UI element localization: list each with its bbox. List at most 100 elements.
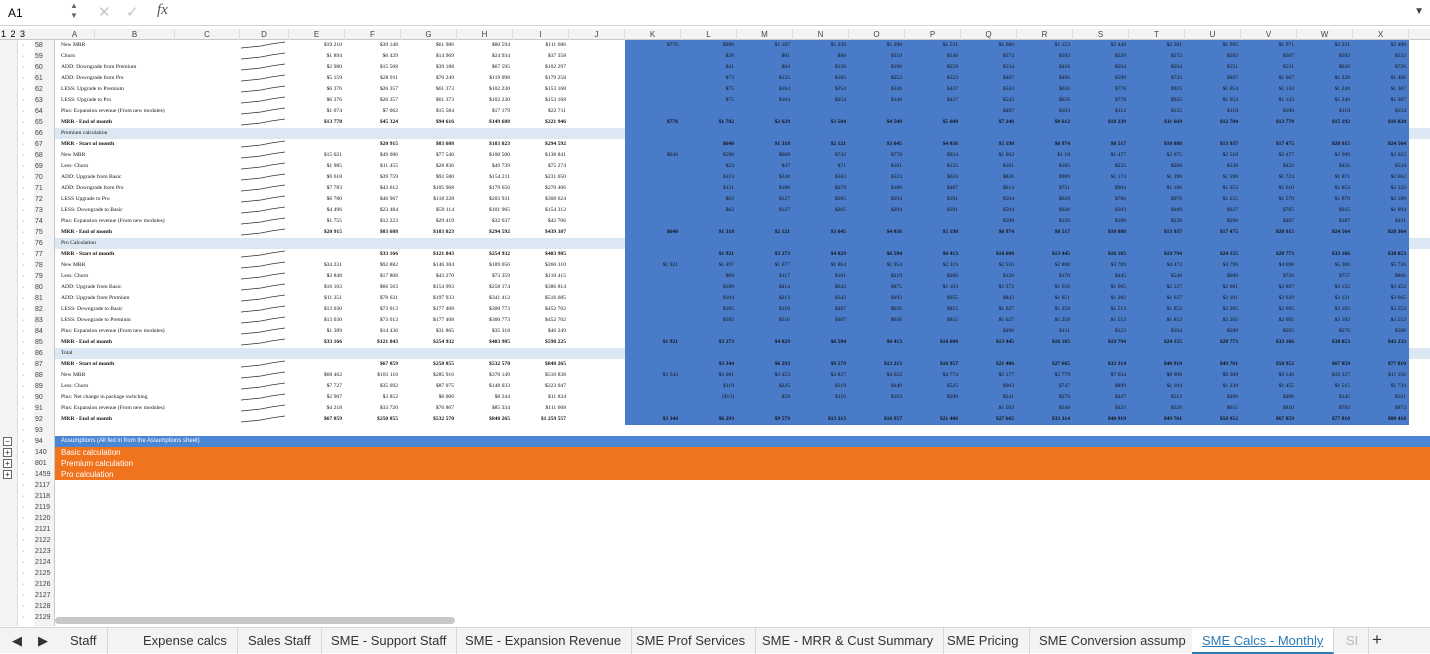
cell-r[interactable]: $340 bbox=[1017, 403, 1073, 414]
cell-h[interactable]: $24 934 bbox=[457, 51, 513, 62]
cell-x[interactable]: $2 189 bbox=[1353, 194, 1409, 205]
cell-f[interactable]: $3 852 bbox=[345, 392, 401, 403]
cell-w[interactable]: $302 bbox=[1297, 51, 1353, 62]
cell-l[interactable]: $189 bbox=[681, 282, 737, 293]
cell-w[interactable]: $2 231 bbox=[1297, 40, 1353, 51]
cell-s[interactable]: $766 bbox=[1073, 194, 1129, 205]
cell-x[interactable]: $43 233 bbox=[1353, 337, 1409, 348]
cell-t[interactable]: $4 472 bbox=[1129, 260, 1185, 271]
cell-i[interactable]: $510 838 bbox=[513, 370, 569, 381]
cell-q[interactable]: $820 bbox=[961, 172, 1017, 183]
cell-l[interactable]: $62 bbox=[681, 194, 737, 205]
row-label[interactable]: LESS: Downgrade to Basic bbox=[61, 205, 123, 216]
cell-k[interactable] bbox=[625, 315, 681, 326]
cell-t[interactable]: $512 bbox=[1129, 392, 1185, 403]
cell-n[interactable]: $467 bbox=[793, 304, 849, 315]
cell-f[interactable]: $23 484 bbox=[345, 205, 401, 216]
cell-i[interactable]: $153 168 bbox=[513, 95, 569, 106]
cell-i[interactable]: $111 686 bbox=[513, 40, 569, 51]
cell-q[interactable]: $2 516 bbox=[961, 260, 1017, 271]
cell-s[interactable]: $778 bbox=[1073, 84, 1129, 95]
cell-q[interactable]: $407 bbox=[961, 73, 1017, 84]
row-number[interactable]: 2117 bbox=[34, 480, 54, 491]
cell-f[interactable]: $33 720 bbox=[345, 403, 401, 414]
cell-s[interactable]: $383 bbox=[1073, 205, 1129, 216]
cell-q[interactable] bbox=[961, 238, 1017, 249]
row-number[interactable]: 1459 bbox=[34, 469, 54, 480]
cell-r[interactable]: $6 974 bbox=[1017, 139, 1073, 150]
cell-o[interactable] bbox=[849, 238, 905, 249]
cell-h[interactable]: $67 595 bbox=[457, 62, 513, 73]
cell-q[interactable] bbox=[961, 348, 1017, 359]
formula-input[interactable] bbox=[184, 4, 1404, 22]
cell-m[interactable]: $125 bbox=[737, 73, 793, 84]
cell-i[interactable]: $260 310 bbox=[513, 260, 569, 271]
cell-p[interactable]: $21 406 bbox=[905, 414, 961, 425]
cell-u[interactable]: $2 265 bbox=[1185, 315, 1241, 326]
cell-p[interactable]: $259 bbox=[905, 62, 961, 73]
row-number[interactable]: 71 bbox=[34, 183, 54, 194]
cell-u[interactable]: $283 bbox=[1185, 51, 1241, 62]
cell-f[interactable]: $14 436 bbox=[345, 326, 401, 337]
row-number[interactable]: 73 bbox=[34, 205, 54, 216]
row-label[interactable]: Plus: Expansion revenue (From new module… bbox=[61, 403, 165, 414]
cell-t[interactable]: $164 bbox=[1129, 326, 1185, 337]
cell-v[interactable]: $13 778 bbox=[1241, 117, 1297, 128]
cell-t[interactable]: $135 bbox=[1129, 106, 1185, 117]
cell-r[interactable]: $126 bbox=[1017, 216, 1073, 227]
column-header-d[interactable]: D bbox=[240, 29, 289, 40]
column-header-s[interactable]: S bbox=[1073, 29, 1129, 40]
cell-h[interactable]: $49 739 bbox=[457, 161, 513, 172]
cell-i[interactable]: $154 312 bbox=[513, 205, 569, 216]
cell-f[interactable]: $39 148 bbox=[345, 40, 401, 51]
cell-r[interactable]: $656 bbox=[1017, 84, 1073, 95]
cell-w[interactable]: $387 bbox=[1297, 216, 1353, 227]
next-sheet-icon[interactable]: ▶ bbox=[38, 633, 48, 649]
cell-j[interactable] bbox=[569, 337, 625, 348]
column-header-t[interactable]: T bbox=[1129, 29, 1185, 40]
cell-k[interactable] bbox=[625, 238, 681, 249]
cell-n[interactable] bbox=[793, 128, 849, 139]
row-number[interactable]: 2126 bbox=[34, 579, 54, 590]
cell-p[interactable]: $4 036 bbox=[905, 139, 961, 150]
cell-x[interactable]: $24 564 bbox=[1353, 139, 1409, 150]
cell-j[interactable] bbox=[569, 73, 625, 84]
cell-n[interactable]: $742 bbox=[793, 150, 849, 161]
cell-f[interactable]: $39 759 bbox=[345, 172, 401, 183]
row-label[interactable]: MRR - End of month bbox=[61, 337, 112, 348]
cell-j[interactable] bbox=[569, 205, 625, 216]
cell-o[interactable]: $4 508 bbox=[849, 117, 905, 128]
cell-k[interactable] bbox=[625, 51, 681, 62]
cell-m[interactable] bbox=[737, 238, 793, 249]
sheet-tab[interactable]: SME Prof Services bbox=[626, 628, 757, 654]
cell-w[interactable]: $5 306 bbox=[1297, 260, 1353, 271]
cell-f[interactable]: $66 563 bbox=[345, 282, 401, 293]
row-number[interactable]: 2123 bbox=[34, 546, 54, 557]
cell-o[interactable]: $196 bbox=[849, 62, 905, 73]
cell-w[interactable]: $456 bbox=[1297, 161, 1353, 172]
column-header-i[interactable]: I bbox=[513, 29, 569, 40]
cell-q[interactable]: $174 bbox=[961, 51, 1017, 62]
sheet-tab[interactable]: SME - Support Staff bbox=[321, 628, 458, 654]
cell-m[interactable]: $164 bbox=[737, 84, 793, 95]
cell-l[interactable]: $41 bbox=[681, 62, 737, 73]
cell-w[interactable]: $1 871 bbox=[1297, 172, 1353, 183]
cell-l[interactable]: $75 bbox=[681, 84, 737, 95]
cell-v[interactable]: $67 859 bbox=[1241, 414, 1297, 425]
cell-p[interactable]: $391 bbox=[905, 194, 961, 205]
cell-v[interactable]: $1 971 bbox=[1241, 40, 1297, 51]
cell-g[interactable]: $92 580 bbox=[401, 172, 457, 183]
cell-u[interactable]: $2 101 bbox=[1185, 293, 1241, 304]
cell-q[interactable]: $663 bbox=[961, 381, 1017, 392]
cell-p[interactable]: $2 319 bbox=[905, 260, 961, 271]
cell-p[interactable] bbox=[905, 403, 961, 414]
cell-k[interactable] bbox=[625, 216, 681, 227]
cell-n[interactable] bbox=[793, 106, 849, 117]
cell-o[interactable]: $16 957 bbox=[849, 414, 905, 425]
cell-l[interactable]: $104 bbox=[681, 293, 737, 304]
cell-i[interactable]: $46 249 bbox=[513, 326, 569, 337]
cell-i[interactable]: $403 985 bbox=[513, 249, 569, 260]
cell-u[interactable]: $2 518 bbox=[1185, 150, 1241, 161]
cell-n[interactable]: $161 bbox=[793, 271, 849, 282]
cell-x[interactable]: $3 552 bbox=[1353, 304, 1409, 315]
